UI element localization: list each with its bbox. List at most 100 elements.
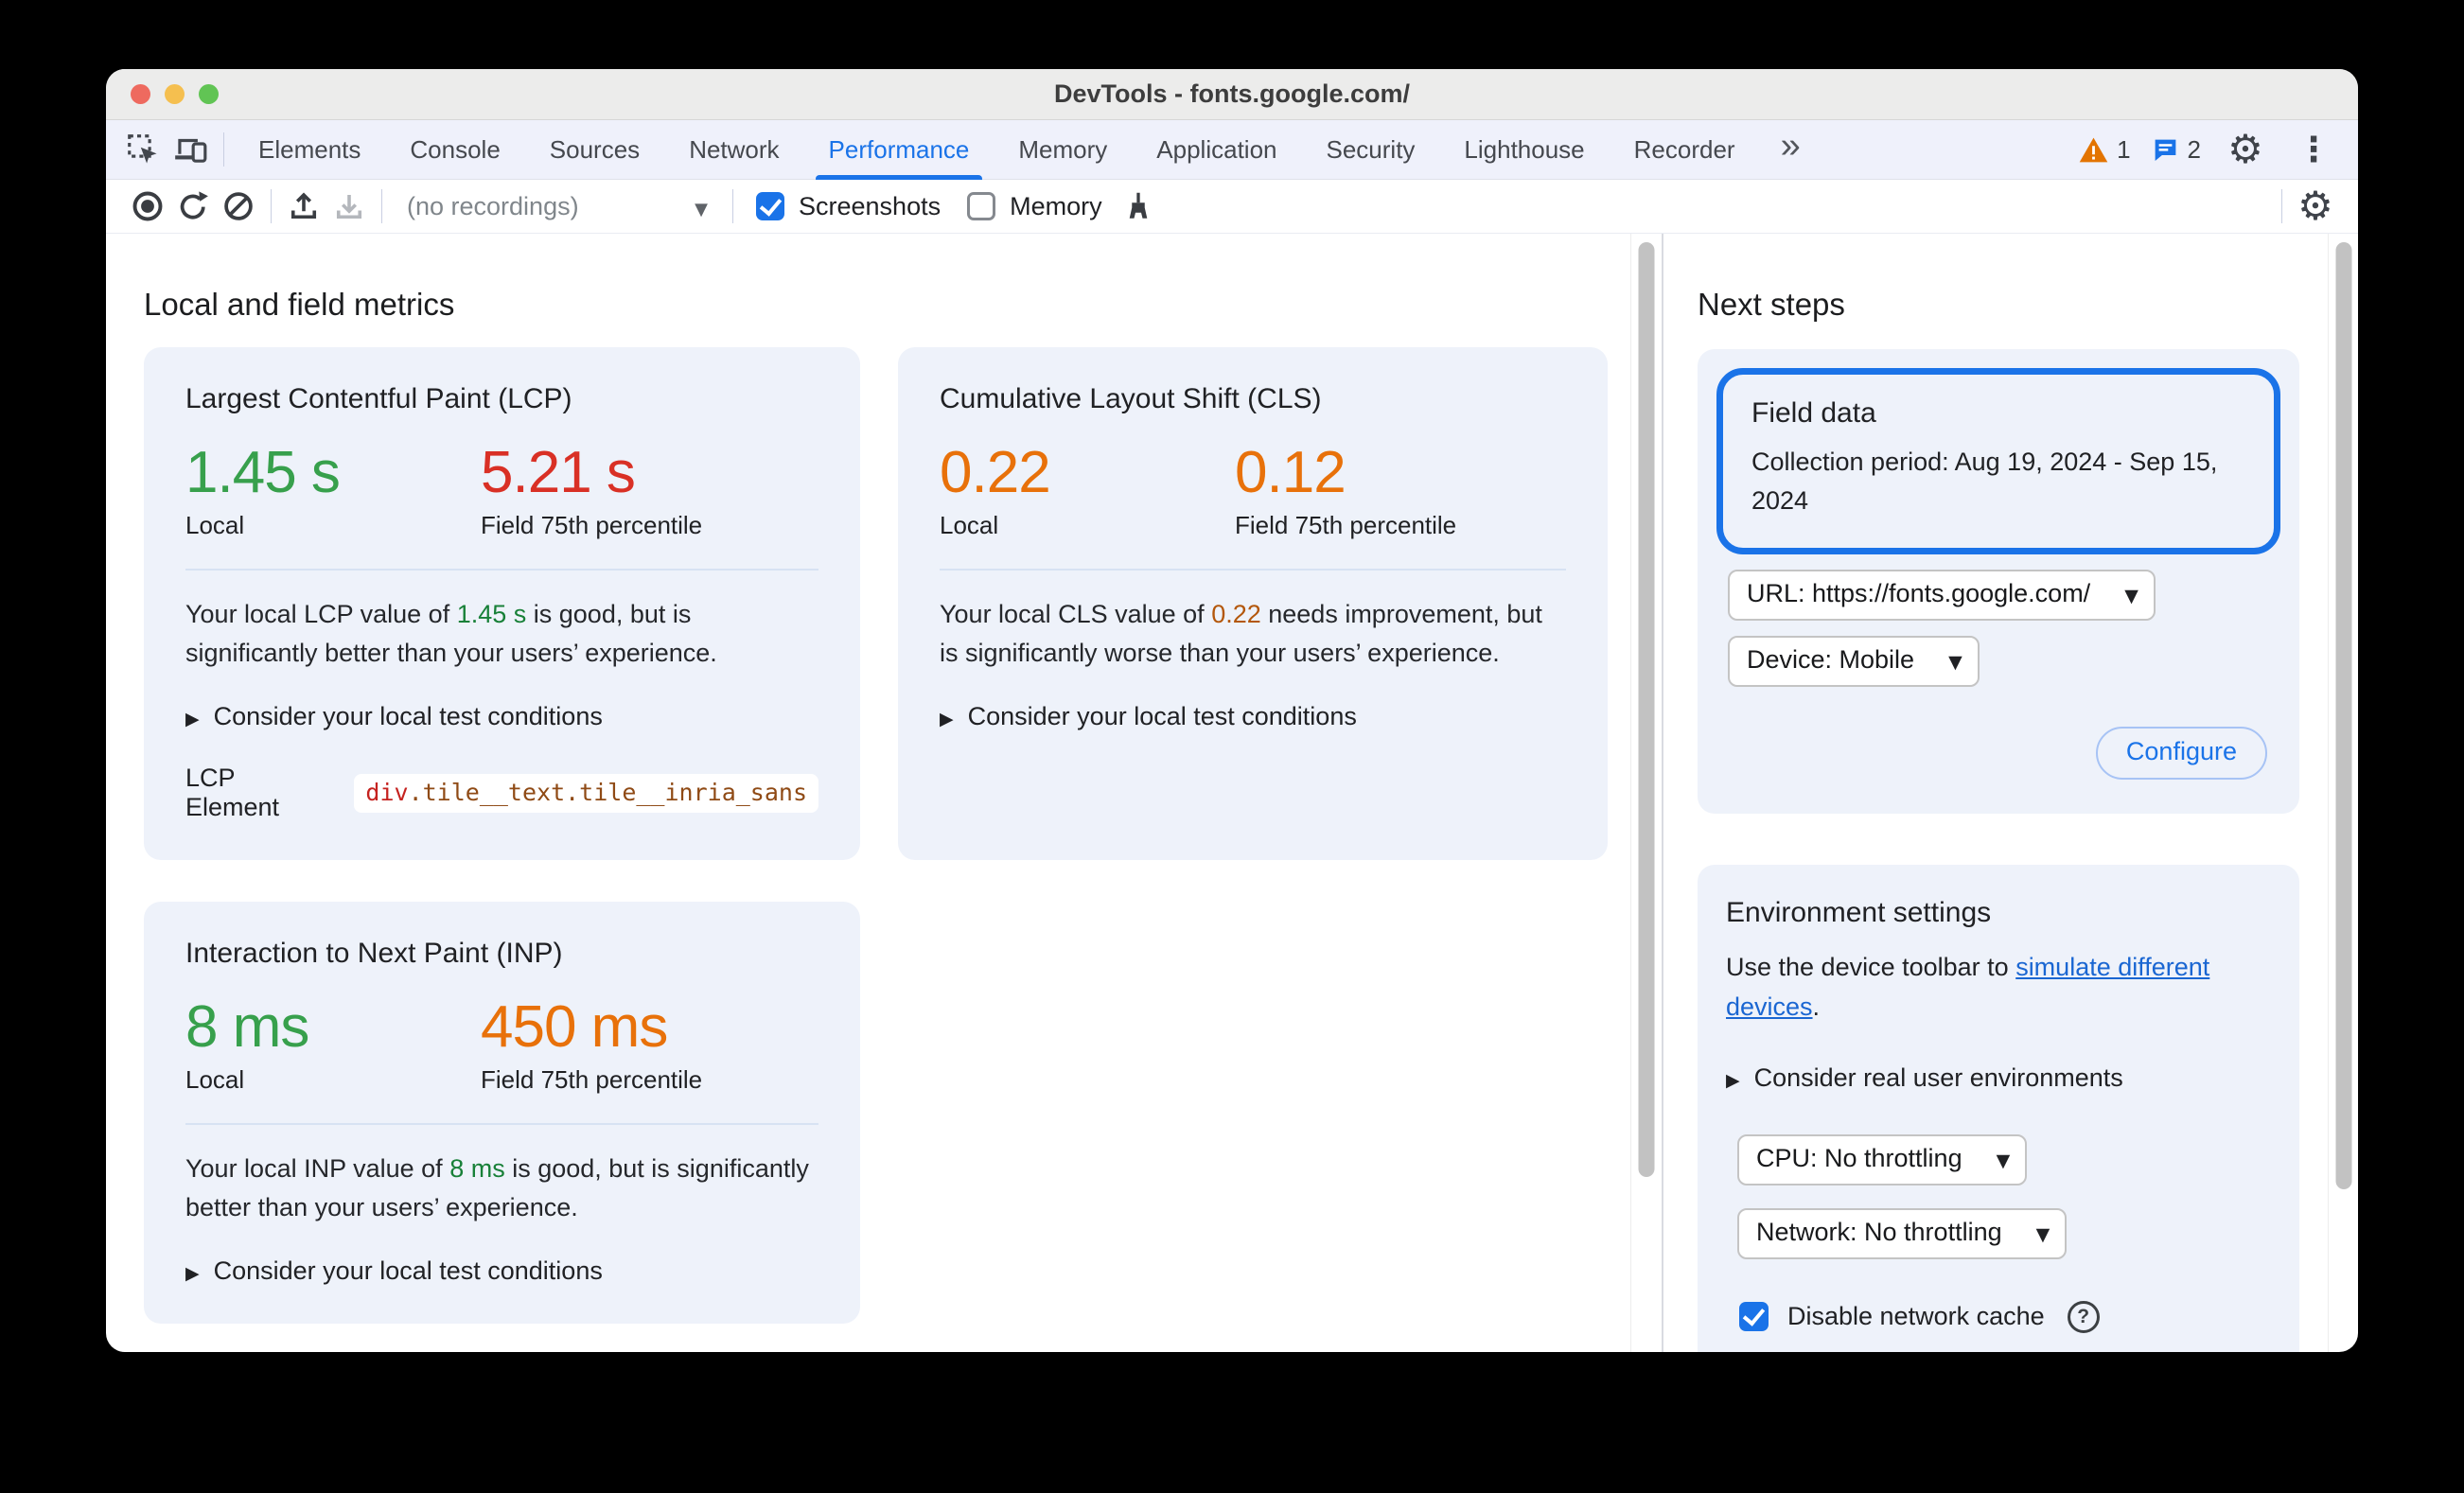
traffic-lights bbox=[131, 84, 219, 104]
chevron-down-icon bbox=[695, 192, 708, 221]
metrics-panel: Local and field metrics Largest Contentf… bbox=[106, 234, 1630, 1352]
save-profile-button[interactable] bbox=[326, 184, 372, 228]
sidebar-scrollbar-thumb[interactable] bbox=[2335, 242, 2351, 1189]
gear-icon bbox=[2297, 186, 2333, 226]
message-count: 2 bbox=[2187, 134, 2201, 164]
environment-settings-card: Environment settings Use the device tool… bbox=[1698, 865, 2299, 1352]
disable-cache-checkbox[interactable] bbox=[1739, 1302, 1769, 1332]
disclosure-triangle-icon bbox=[940, 702, 954, 731]
lcp-field-value: 5.21 s bbox=[481, 440, 636, 505]
tab-elements[interactable]: Elements bbox=[234, 120, 385, 179]
cls-title: Cumulative Layout Shift (CLS) bbox=[940, 383, 1322, 414]
chevron-down-icon bbox=[2036, 1218, 2050, 1247]
tab-memory[interactable]: Memory bbox=[994, 120, 1132, 179]
memory-checkbox[interactable] bbox=[967, 192, 996, 220]
disable-cache-toggle[interactable]: Disable network cache ? bbox=[1726, 1300, 2271, 1333]
lcp-element-node-link[interactable]: div.tile__text.tile__inria_sans bbox=[354, 773, 818, 813]
sidebar-scrollbar[interactable] bbox=[2328, 234, 2358, 1352]
performance-toolbar: (no recordings) Screenshots Memory bbox=[106, 180, 2358, 234]
network-throttling-select[interactable]: Network: No throttling bbox=[1737, 1207, 2068, 1259]
cls-local-conditions-disclosure[interactable]: Consider your local test conditions bbox=[940, 702, 1566, 731]
tab-network[interactable]: Network bbox=[664, 120, 803, 179]
memory-toggle[interactable]: Memory bbox=[954, 192, 1116, 221]
cls-card: Cumulative Layout Shift (CLS) 0.22 Local… bbox=[898, 347, 1608, 861]
warning-icon bbox=[2079, 137, 2108, 163]
cls-field-value: 0.12 bbox=[1235, 440, 1346, 505]
chevron-down-icon bbox=[2124, 579, 2138, 608]
chevron-down-icon bbox=[1997, 1144, 2011, 1173]
tab-sources[interactable]: Sources bbox=[525, 120, 664, 179]
cls-field-label: Field 75th percentile bbox=[1235, 511, 1457, 540]
load-profile-button[interactable] bbox=[281, 184, 326, 228]
real-user-environments-disclosure[interactable]: Consider real user environments bbox=[1726, 1063, 2271, 1093]
tab-security[interactable]: Security bbox=[1302, 120, 1440, 179]
minimize-window-button[interactable] bbox=[165, 84, 185, 104]
lcp-local-conditions-disclosure[interactable]: Consider your local test conditions bbox=[185, 702, 818, 731]
lcp-local-value: 1.45 s bbox=[185, 440, 341, 505]
close-window-button[interactable] bbox=[131, 84, 150, 104]
inp-local-value: 8 ms bbox=[185, 994, 309, 1061]
screenshots-checkbox[interactable] bbox=[756, 192, 784, 220]
lcp-title: Largest Contentful Paint (LCP) bbox=[185, 383, 572, 414]
garbage-collect-icon bbox=[1121, 189, 1155, 223]
record-button[interactable] bbox=[125, 184, 170, 228]
devtools-window: DevTools - fonts.google.com/ Elements Co… bbox=[106, 69, 2358, 1352]
url-select[interactable]: URL: https://fonts.google.com/ bbox=[1728, 570, 2156, 621]
environment-settings-title: Environment settings bbox=[1726, 897, 1992, 928]
environment-description: Use the device toolbar to simulate diffe… bbox=[1726, 953, 2210, 1021]
cls-local-value: 0.22 bbox=[940, 440, 1051, 505]
tab-console[interactable]: Console bbox=[385, 120, 524, 179]
clear-recordings-button[interactable] bbox=[216, 184, 261, 228]
tab-performance[interactable]: Performance bbox=[804, 120, 994, 180]
cpu-throttling-select[interactable]: CPU: No throttling bbox=[1737, 1133, 2028, 1186]
lcp-description: Your local LCP value of 1.45 s is good, … bbox=[185, 600, 717, 667]
configure-button[interactable]: Configure bbox=[2095, 727, 2267, 780]
window-title: DevTools - fonts.google.com/ bbox=[1053, 79, 1410, 108]
tab-lighthouse[interactable]: Lighthouse bbox=[1439, 120, 1609, 179]
recordings-dropdown-label: (no recordings) bbox=[407, 191, 579, 220]
inspect-element-button[interactable] bbox=[119, 127, 167, 172]
capture-settings-button[interactable] bbox=[2292, 184, 2339, 229]
disable-cache-label: Disable network cache bbox=[1787, 1302, 2045, 1331]
screenshots-toggle[interactable]: Screenshots bbox=[743, 192, 954, 221]
help-icon[interactable]: ? bbox=[2067, 1300, 2100, 1333]
next-steps-panel: Next steps Field data Collection period:… bbox=[1662, 234, 2358, 1352]
divider bbox=[185, 1123, 818, 1126]
tab-recorder[interactable]: Recorder bbox=[1610, 120, 1760, 179]
download-icon bbox=[332, 189, 366, 223]
inp-title: Interaction to Next Paint (INP) bbox=[185, 938, 563, 970]
settings-button[interactable] bbox=[2222, 127, 2269, 172]
collect-garbage-button[interactable] bbox=[1116, 184, 1161, 228]
inspect-icon bbox=[125, 132, 161, 167]
toolbar-separator bbox=[381, 189, 382, 223]
screenshots-label: Screenshots bbox=[799, 191, 942, 220]
clear-icon bbox=[221, 189, 255, 223]
record-and-reload-button[interactable] bbox=[170, 184, 216, 228]
device-select-label: Device: Mobile bbox=[1747, 645, 1915, 674]
recordings-dropdown[interactable]: (no recordings) bbox=[392, 192, 723, 221]
main-scrollbar[interactable] bbox=[1630, 234, 1662, 1352]
url-select-label: URL: https://fonts.google.com/ bbox=[1747, 579, 2091, 607]
warning-count: 1 bbox=[2117, 134, 2131, 164]
warnings-badge[interactable]: 1 bbox=[2079, 134, 2131, 165]
inp-local-label: Local bbox=[185, 1065, 245, 1095]
inp-local-conditions-disclosure[interactable]: Consider your local test conditions bbox=[185, 1256, 818, 1286]
main-scrollbar-thumb[interactable] bbox=[1638, 242, 1655, 1177]
disclosure-triangle-icon bbox=[185, 702, 200, 731]
customize-devtools-button[interactable] bbox=[2290, 127, 2337, 172]
tab-application[interactable]: Application bbox=[1132, 120, 1301, 179]
inp-field-value: 450 ms bbox=[481, 994, 668, 1061]
collection-period: Collection period: Aug 19, 2024 - Sep 15… bbox=[1751, 448, 2218, 515]
messages-badge[interactable]: 2 bbox=[2152, 135, 2201, 165]
more-tabs-button[interactable]: » bbox=[1760, 128, 1822, 171]
kebab-menu-icon bbox=[2297, 131, 2331, 169]
device-toolbar-button[interactable] bbox=[167, 127, 214, 172]
zoom-window-button[interactable] bbox=[199, 84, 219, 104]
field-data-card: Field data Collection period: Aug 19, 20… bbox=[1698, 349, 2299, 814]
disclosure-label: Consider your local test conditions bbox=[213, 702, 603, 731]
lcp-local-label: Local bbox=[185, 511, 245, 540]
device-select[interactable]: Device: Mobile bbox=[1728, 636, 1980, 687]
inp-field-label: Field 75th percentile bbox=[481, 1065, 703, 1095]
disclosure-triangle-icon bbox=[1726, 1063, 1740, 1093]
divider bbox=[940, 569, 1566, 571]
